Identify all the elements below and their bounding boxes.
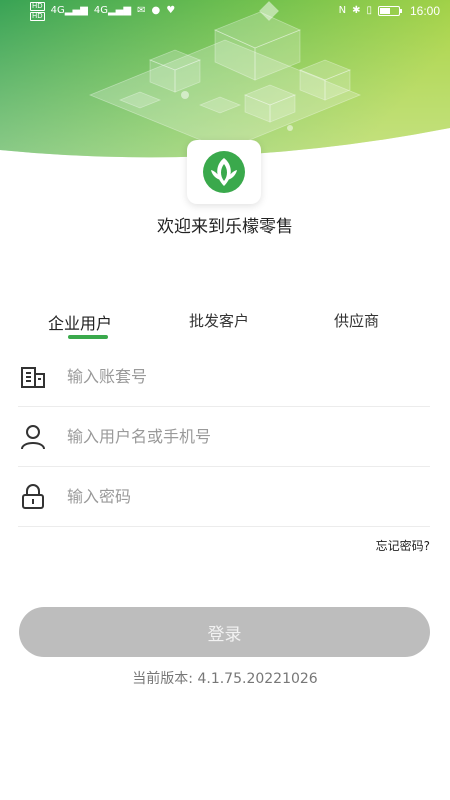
status-bar-right: N ✱ ▯ 16:00 <box>339 4 440 18</box>
app-logo <box>187 140 261 204</box>
nfc-icon: N <box>338 5 347 16</box>
username-input[interactable] <box>67 427 387 446</box>
mail-icon: ✉ <box>137 5 146 16</box>
network-label: 4G <box>93 5 108 16</box>
tab-wholesale-customer[interactable]: 批发客户 <box>189 310 249 331</box>
lock-icon <box>18 482 48 512</box>
tab-enterprise-user[interactable]: 企业用户 <box>48 310 112 334</box>
forgot-password-link[interactable]: 忘记密码? <box>376 537 430 554</box>
network-label: 4G <box>50 5 65 16</box>
hd-badge: HD <box>30 1 45 11</box>
status-bar-left: HD HD 4G▂▄▆ 4G▂▄▆ ✉ ● ♥ <box>30 1 176 21</box>
battery-level <box>379 8 390 14</box>
username-row <box>18 407 430 467</box>
signal-icon: 4G▂▄▆ <box>50 5 88 16</box>
password-row <box>18 467 430 527</box>
status-bar: HD HD 4G▂▄▆ 4G▂▄▆ ✉ ● ♥ N ✱ ▯ 16:00 <box>0 0 450 22</box>
clock: 16:00 <box>409 4 440 18</box>
login-button[interactable]: 登录 <box>19 607 430 657</box>
version-text: 当前版本: 4.1.75.20221026 <box>132 671 318 687</box>
account-set-input[interactable] <box>67 367 387 386</box>
signal-icon: 4G▂▄▆ <box>93 5 132 16</box>
app-notification-icon: ♥ <box>166 5 176 16</box>
hd-indicator: HD HD <box>30 1 45 21</box>
vibrate-icon: ▯ <box>366 5 372 16</box>
building-icon <box>18 362 48 392</box>
welcome-title: 欢迎来到乐檬零售 <box>157 217 293 237</box>
leaf-logo-icon <box>203 151 245 193</box>
bluetooth-icon: ✱ <box>352 5 361 16</box>
tab-supplier[interactable]: 供应商 <box>334 310 379 331</box>
password-input[interactable] <box>67 487 387 506</box>
chat-icon: ● <box>151 5 161 16</box>
account-set-row <box>18 347 430 407</box>
battery-icon <box>377 6 402 16</box>
hd-badge: HD <box>30 11 45 21</box>
user-icon <box>18 422 48 452</box>
active-tab-indicator <box>68 335 108 339</box>
user-type-tabs: 企业用户 批发客户 供应商 <box>0 310 450 344</box>
